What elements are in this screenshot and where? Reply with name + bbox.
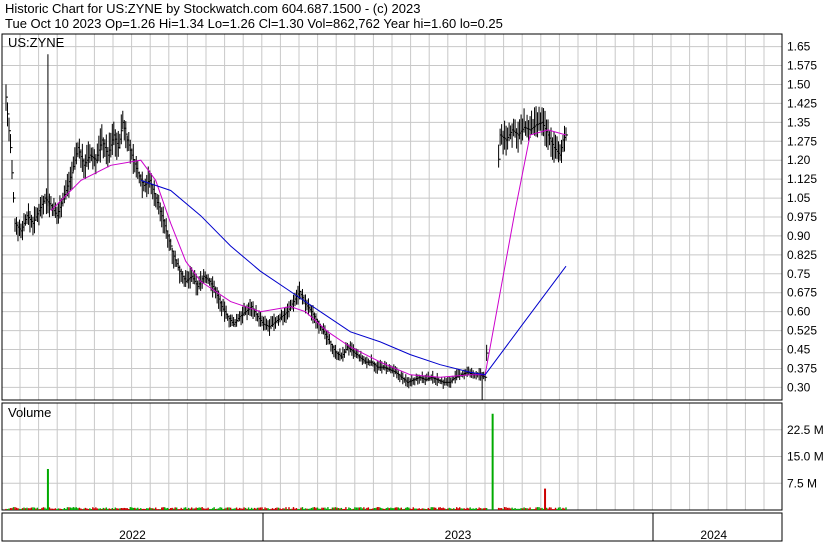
price-tick-label: 0.525 xyxy=(787,324,817,338)
price-tick-label: 0.30 xyxy=(787,380,811,394)
price-tick-label: 1.425 xyxy=(787,96,817,110)
price-tick-label: 0.45 xyxy=(787,343,811,357)
chart-header-quote: Tue Oct 10 2023 Op=1.26 Hi=1.34 Lo=1.26 … xyxy=(5,16,503,31)
price-tick-label: 0.825 xyxy=(787,248,817,262)
price-tick-label: 1.275 xyxy=(787,134,817,148)
volume-tick-label: 15.0 M xyxy=(787,450,824,464)
volume-axis-ticks: 22.5 M 15.0 M 7.5 M xyxy=(787,423,824,491)
volume-tick-label: 7.5 M xyxy=(787,476,817,490)
volume-tick-label: 22.5 M xyxy=(787,423,824,437)
price-tick-label: 0.375 xyxy=(787,361,817,375)
grid xyxy=(2,34,782,510)
symbol-label: US:ZYNE xyxy=(8,35,65,50)
volume-title: Volume xyxy=(8,405,51,420)
price-tick-label: 1.65 xyxy=(787,40,811,54)
price-axis-ticks: 1.65 1.575 1.50 1.425 1.35 1.275 1.20 1.125 1.05… xyxy=(787,40,817,395)
price-tick-label: 0.75 xyxy=(787,267,811,281)
price-tick-label: 1.05 xyxy=(787,191,811,205)
price-tick-label: 0.90 xyxy=(787,229,811,243)
price-tick-label: 1.20 xyxy=(787,153,811,167)
price-tick-label: 1.125 xyxy=(787,172,817,186)
price-tick-label: 1.35 xyxy=(787,115,811,129)
price-tick-label: 0.975 xyxy=(787,210,817,224)
moving-average-short xyxy=(50,129,567,378)
volume-bars xyxy=(5,413,567,510)
period-label: 2022 xyxy=(119,528,146,542)
price-tick-label: 1.50 xyxy=(787,77,811,91)
price-tick-label: 1.575 xyxy=(787,59,817,73)
period-label: 2023 xyxy=(445,528,472,542)
price-tick-label: 0.675 xyxy=(787,286,817,300)
chart-header-title: Historic Chart for US:ZYNE by Stockwatch… xyxy=(5,1,421,16)
price-tick-label: 0.60 xyxy=(787,305,811,319)
x-axis-period-labels: 2022 2023 2024 xyxy=(119,513,727,542)
period-label: 2024 xyxy=(700,528,727,542)
price-bars xyxy=(5,54,568,400)
stock-chart: 1.65 1.575 1.50 1.425 1.35 1.275 1.20 1.125 1.05… xyxy=(1,33,824,542)
